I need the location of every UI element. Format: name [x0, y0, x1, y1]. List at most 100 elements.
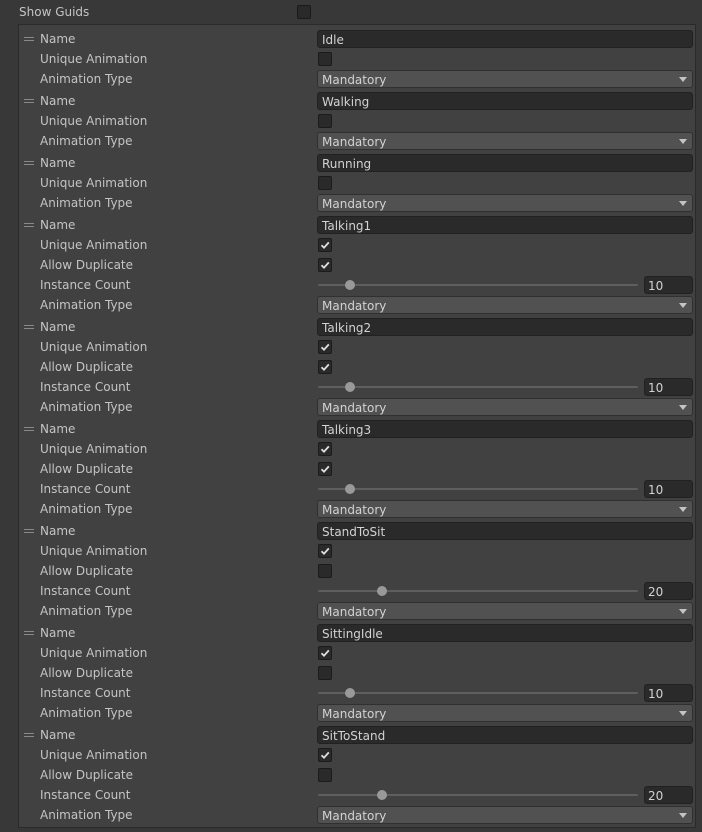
animation-type-row: Animation Type Mandatory [0, 499, 702, 519]
name-label: Name [40, 156, 76, 170]
unique-animation-label: Unique Animation [40, 442, 148, 456]
unique-animation-checkbox[interactable] [318, 52, 332, 66]
animation-name-field[interactable]: Walking [317, 92, 693, 110]
allow-duplicate-label: Allow Duplicate [40, 768, 134, 782]
animation-type-label: Animation Type [40, 72, 133, 86]
unique-animation-checkbox[interactable] [318, 646, 332, 660]
allow-duplicate-row: Allow Duplicate [0, 459, 702, 479]
instance-count-field[interactable]: 20 [644, 786, 693, 804]
allow-duplicate-checkbox[interactable] [318, 462, 332, 476]
allow-duplicate-checkbox[interactable] [318, 768, 332, 782]
instance-count-field[interactable]: 10 [644, 276, 693, 294]
animation-name-field[interactable]: Idle [317, 30, 693, 48]
animation-name-field[interactable]: Talking3 [317, 420, 693, 438]
animation-type-dropdown[interactable]: Mandatory [317, 602, 693, 620]
animation-type-dropdown[interactable]: Mandatory [317, 132, 693, 150]
instance-count-slider-track[interactable] [318, 284, 638, 286]
animation-type-dropdown[interactable]: Mandatory [317, 704, 693, 722]
animation-type-dropdown[interactable]: Mandatory [317, 806, 693, 824]
instance-count-slider-track[interactable] [318, 590, 638, 592]
animation-name-field[interactable]: SittingIdle [317, 624, 693, 642]
show-guids-checkbox[interactable] [297, 5, 311, 19]
drag-handle-icon[interactable] [24, 733, 34, 737]
animation-name-row: Name SitToStand [0, 725, 702, 745]
animation-type-label: Animation Type [40, 502, 133, 516]
animation-type-dropdown[interactable]: Mandatory [317, 296, 693, 314]
allow-duplicate-row: Allow Duplicate [0, 663, 702, 683]
animation-name-field[interactable]: Talking1 [317, 216, 693, 234]
unique-animation-checkbox[interactable] [318, 340, 332, 354]
unique-animation-label: Unique Animation [40, 114, 148, 128]
animation-name-row: Name StandToSit [0, 521, 702, 541]
animation-type-value: Mandatory [322, 73, 387, 87]
animation-type-value: Mandatory [322, 605, 387, 619]
instance-count-field[interactable]: 10 [644, 684, 693, 702]
drag-handle-icon[interactable] [24, 223, 34, 227]
instance-count-label: Instance Count [40, 380, 131, 394]
unique-animation-row: Unique Animation [0, 745, 702, 765]
instance-count-slider-thumb[interactable] [377, 586, 387, 596]
animation-type-dropdown[interactable]: Mandatory [317, 70, 693, 88]
unique-animation-row: Unique Animation [0, 49, 702, 69]
name-label: Name [40, 728, 76, 742]
drag-handle-icon[interactable] [24, 161, 34, 165]
animation-name-field[interactable]: Talking2 [317, 318, 693, 336]
checkmark-icon [320, 751, 330, 760]
show-guids-label: Show Guids [19, 5, 90, 19]
instance-count-field[interactable]: 10 [644, 480, 693, 498]
animation-name-field[interactable]: StandToSit [317, 522, 693, 540]
unique-animation-checkbox[interactable] [318, 442, 332, 456]
animation-name-field[interactable]: Running [317, 154, 693, 172]
drag-handle-icon[interactable] [24, 99, 34, 103]
animation-type-label: Animation Type [40, 808, 133, 822]
allow-duplicate-label: Allow Duplicate [40, 462, 134, 476]
instance-count-field[interactable]: 10 [644, 378, 693, 396]
instance-count-label: Instance Count [40, 482, 131, 496]
name-label: Name [40, 422, 76, 436]
allow-duplicate-checkbox[interactable] [318, 258, 332, 272]
allow-duplicate-checkbox[interactable] [318, 564, 332, 578]
drag-handle-icon[interactable] [24, 631, 34, 635]
instance-count-label: Instance Count [40, 686, 131, 700]
animation-type-value: Mandatory [322, 135, 387, 149]
allow-duplicate-label: Allow Duplicate [40, 666, 134, 680]
allow-duplicate-checkbox[interactable] [318, 360, 332, 374]
drag-handle-icon[interactable] [24, 427, 34, 431]
instance-count-slider-track[interactable] [318, 488, 638, 490]
unique-animation-checkbox[interactable] [318, 176, 332, 190]
unique-animation-checkbox[interactable] [318, 544, 332, 558]
dropdown-arrow-icon [679, 609, 687, 614]
instance-count-slider-track[interactable] [318, 692, 638, 694]
instance-count-slider-thumb[interactable] [377, 790, 387, 800]
name-label: Name [40, 94, 76, 108]
instance-count-field[interactable]: 20 [644, 582, 693, 600]
unique-animation-checkbox[interactable] [318, 238, 332, 252]
unique-animation-checkbox[interactable] [318, 748, 332, 762]
animation-name-field[interactable]: SitToStand [317, 726, 693, 744]
drag-handle-icon[interactable] [24, 325, 34, 329]
instance-count-slider-thumb[interactable] [345, 484, 355, 494]
unique-animation-checkbox[interactable] [318, 114, 332, 128]
instance-count-slider-track[interactable] [318, 794, 638, 796]
dropdown-arrow-icon [679, 507, 687, 512]
checkmark-icon [320, 465, 330, 474]
animation-type-row: Animation Type Mandatory [0, 703, 702, 723]
instance-count-slider-track[interactable] [318, 386, 638, 388]
animation-type-label: Animation Type [40, 196, 133, 210]
allow-duplicate-checkbox[interactable] [318, 666, 332, 680]
animation-type-dropdown[interactable]: Mandatory [317, 500, 693, 518]
animation-name-row: Name Idle [0, 29, 702, 49]
animation-type-dropdown[interactable]: Mandatory [317, 194, 693, 212]
drag-handle-icon[interactable] [24, 529, 34, 533]
instance-count-slider-thumb[interactable] [345, 382, 355, 392]
instance-count-slider-thumb[interactable] [345, 688, 355, 698]
drag-handle-icon[interactable] [24, 37, 34, 41]
dropdown-arrow-icon [679, 405, 687, 410]
instance-count-row: Instance Count 10 [0, 377, 702, 397]
unique-animation-label: Unique Animation [40, 544, 148, 558]
animation-type-dropdown[interactable]: Mandatory [317, 398, 693, 416]
animation-type-label: Animation Type [40, 298, 133, 312]
instance-count-row: Instance Count 20 [0, 581, 702, 601]
instance-count-slider-thumb[interactable] [345, 280, 355, 290]
animation-type-value: Mandatory [322, 299, 387, 313]
